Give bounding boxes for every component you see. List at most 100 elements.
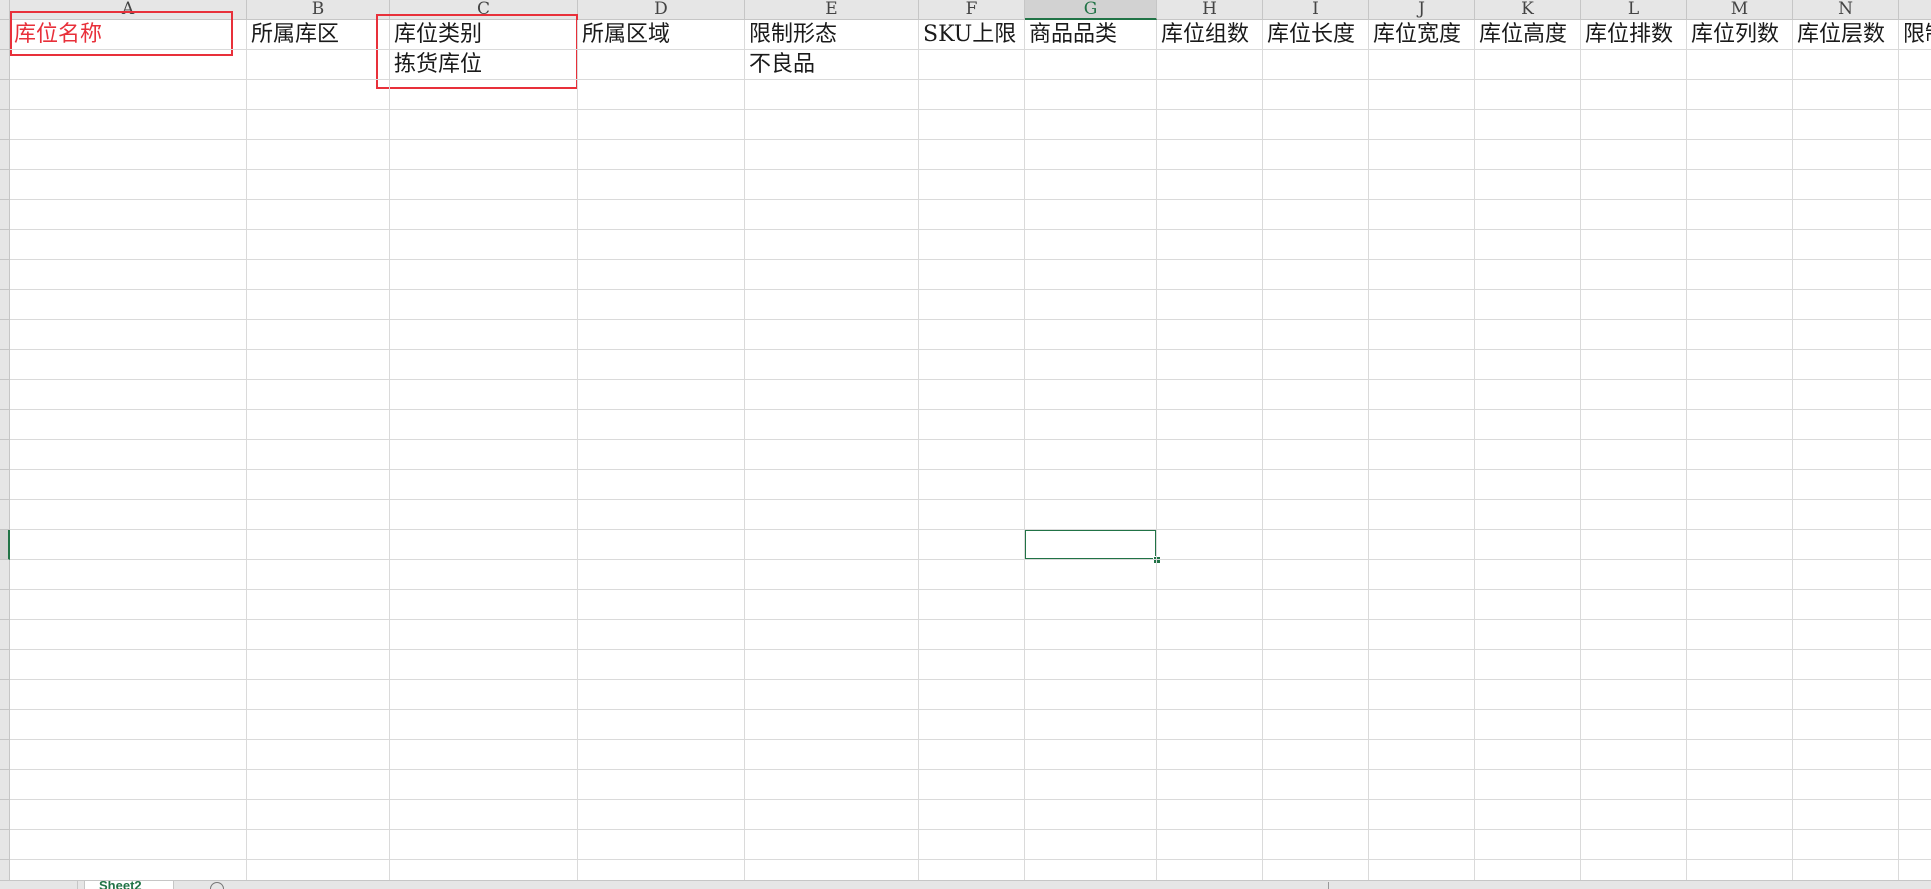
gridline-vertical	[1686, 20, 1687, 880]
gridline-horizontal	[10, 49, 1931, 50]
sheet-tab-prev[interactable]	[0, 881, 78, 889]
highlight-box-c1-c2	[376, 14, 578, 89]
row-header-7[interactable]	[0, 200, 10, 230]
cell-J1[interactable]: 库位宽度	[1369, 20, 1461, 50]
sheet-tab-active[interactable]: Sheet2	[84, 881, 174, 889]
gridline-horizontal	[10, 379, 1931, 380]
add-sheet-icon[interactable]	[210, 882, 224, 889]
column-header-b[interactable]: B	[247, 0, 390, 20]
gridline-horizontal	[10, 739, 1931, 740]
row-header-5[interactable]	[0, 140, 10, 170]
row-header-19[interactable]	[0, 560, 10, 590]
row-header-2[interactable]	[0, 50, 10, 80]
row-header-6[interactable]	[0, 170, 10, 200]
gridline-horizontal	[10, 169, 1931, 170]
row-header-29[interactable]	[0, 860, 10, 880]
gridline-horizontal	[10, 559, 1931, 560]
column-header-e[interactable]: E	[745, 0, 919, 20]
row-header-8[interactable]	[0, 230, 10, 260]
row-headers	[0, 20, 10, 880]
gridline-horizontal	[10, 229, 1931, 230]
gridline-horizontal	[10, 469, 1931, 470]
row-header-10[interactable]	[0, 290, 10, 320]
row-header-28[interactable]	[0, 830, 10, 860]
column-header-o[interactable]	[1899, 0, 1931, 20]
column-header-j[interactable]: J	[1369, 0, 1475, 20]
gridline-vertical	[1262, 20, 1263, 880]
row-header-24[interactable]	[0, 710, 10, 740]
gridline-vertical	[1898, 20, 1899, 880]
row-header-3[interactable]	[0, 80, 10, 110]
gridline-horizontal	[10, 349, 1931, 350]
gridline-vertical	[918, 20, 919, 880]
cell-F1[interactable]: SKU上限	[919, 20, 1016, 50]
cell-I1[interactable]: 库位长度	[1263, 20, 1355, 50]
gridline-horizontal	[10, 709, 1931, 710]
gridline-horizontal	[10, 409, 1931, 410]
row-header-11[interactable]	[0, 320, 10, 350]
cell-H1[interactable]: 库位组数	[1157, 20, 1249, 50]
row-header-25[interactable]	[0, 740, 10, 770]
cell-L1[interactable]: 库位排数	[1581, 20, 1673, 50]
cell-E1[interactable]: 限制形态	[745, 20, 837, 50]
gridline-vertical	[577, 20, 578, 880]
row-header-9[interactable]	[0, 260, 10, 290]
gridline-horizontal	[10, 109, 1931, 110]
row-header-27[interactable]	[0, 800, 10, 830]
cell-G1[interactable]: 商品品类	[1025, 20, 1117, 50]
gridline-horizontal	[10, 259, 1931, 260]
cell-N1[interactable]: 库位层数	[1793, 20, 1885, 50]
cell-grid[interactable]: 库位名称 所属库区 库位类别 所属区域 限制形态 SKU上限 商品品类 库位组数…	[10, 11, 1931, 880]
column-header-k[interactable]: K	[1475, 0, 1581, 20]
row-header-22[interactable]	[0, 650, 10, 680]
gridline-horizontal	[10, 769, 1931, 770]
row-header-1[interactable]	[0, 20, 10, 50]
row-header-18[interactable]	[0, 530, 10, 560]
sheet-tab-label: Sheet2	[99, 881, 142, 889]
cell-K1[interactable]: 库位高度	[1475, 20, 1567, 50]
row-header-16[interactable]	[0, 470, 10, 500]
column-header-g[interactable]: G	[1025, 0, 1157, 20]
cell-O1[interactable]: 限制	[1899, 20, 1931, 50]
column-header-l[interactable]: L	[1581, 0, 1687, 20]
column-header-d[interactable]: D	[578, 0, 745, 20]
column-header-f[interactable]: F	[919, 0, 1025, 20]
row-header-21[interactable]	[0, 620, 10, 650]
row-header-20[interactable]	[0, 590, 10, 620]
row-header-23[interactable]	[0, 680, 10, 710]
gridline-horizontal	[10, 79, 1931, 80]
row-header-26[interactable]	[0, 770, 10, 800]
cell-B1[interactable]: 所属库区	[247, 20, 339, 50]
active-cell-g18[interactable]	[1024, 529, 1157, 560]
column-header-i[interactable]: I	[1263, 0, 1369, 20]
cell-D1[interactable]: 所属区域	[578, 20, 670, 50]
gridline-horizontal	[10, 589, 1931, 590]
row-header-12[interactable]	[0, 350, 10, 380]
column-header-m[interactable]: M	[1687, 0, 1793, 20]
row-header-13[interactable]	[0, 380, 10, 410]
gridline-vertical	[744, 20, 745, 880]
gridline-horizontal	[10, 829, 1931, 830]
select-all-corner[interactable]	[0, 0, 10, 20]
cell-E2[interactable]: 不良品	[745, 50, 815, 80]
gridline-vertical	[1792, 20, 1793, 880]
gridline-horizontal	[10, 139, 1931, 140]
column-header-h[interactable]: H	[1157, 0, 1263, 20]
cell-M1[interactable]: 库位列数	[1687, 20, 1779, 50]
row-header-14[interactable]	[0, 410, 10, 440]
fill-handle[interactable]	[1153, 556, 1161, 564]
gridline-horizontal	[10, 799, 1931, 800]
gridline-horizontal	[10, 319, 1931, 320]
row-header-17[interactable]	[0, 500, 10, 530]
gridline-vertical	[1024, 20, 1025, 880]
horizontal-scrollbar[interactable]	[1328, 882, 1928, 889]
gridline-vertical	[246, 20, 247, 880]
gridline-horizontal	[10, 439, 1931, 440]
row-header-4[interactable]	[0, 110, 10, 140]
column-header-n[interactable]: N	[1793, 0, 1899, 20]
gridline-vertical	[1156, 20, 1157, 880]
row-header-15[interactable]	[0, 440, 10, 470]
gridline-horizontal	[10, 649, 1931, 650]
sheet-tab-bar: Sheet2	[0, 880, 1931, 889]
gridline-vertical	[1368, 20, 1369, 880]
